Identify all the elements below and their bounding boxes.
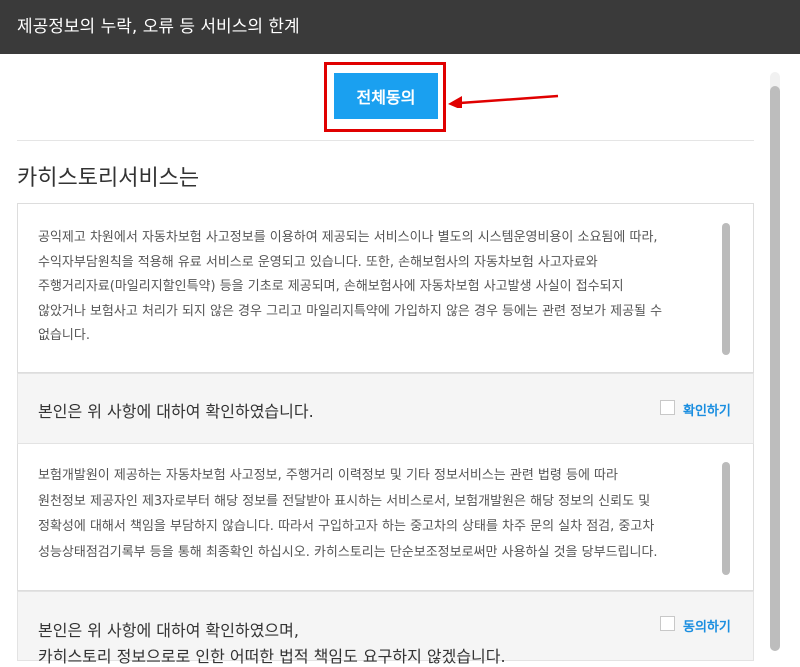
notice-box-1: 공익제고 차원에서 자동차보험 사고정보를 이용하여 제공되는 서비스이나 별도…: [17, 203, 754, 373]
agree-all-button[interactable]: 전체동의: [334, 73, 438, 119]
divider: [17, 140, 754, 141]
confirm-row-1: 본인은 위 사항에 대하여 확인하였습니다. 확인하기: [17, 373, 754, 444]
page-scrollbar-thumb[interactable]: [770, 86, 780, 651]
page-title: 제공정보의 누락, 오류 등 서비스의 한계: [0, 0, 800, 54]
notice-text-1: 공익제고 차원에서 자동차보험 사고정보를 이용하여 제공되는 서비스이나 별도…: [38, 230, 663, 343]
confirm-label-1: 본인은 위 사항에 대하여 확인하였습니다.: [38, 402, 314, 421]
notice-text-2: 보험개발원이 제공하는 자동차보험 사고정보, 주행거리 이력정보 및 기타 정…: [38, 468, 658, 560]
agree-checkbox-label[interactable]: 동의하기: [683, 616, 731, 635]
notice-box-2: 보험개발원이 제공하는 자동차보험 사고정보, 주행거리 이력정보 및 기타 정…: [17, 444, 754, 591]
confirm-checkbox-1[interactable]: [660, 400, 675, 415]
confirm-label-2-line1: 본인은 위 사항에 대하여 확인하였으며,: [38, 621, 299, 640]
notice-2-scrollbar[interactable]: [722, 462, 730, 575]
section-title: 카히스토리서비스는: [17, 166, 200, 191]
confirm-checkbox-label-1[interactable]: 확인하기: [683, 400, 731, 419]
arrow-annotation: [448, 94, 559, 108]
notice-1-scrollbar[interactable]: [722, 223, 730, 355]
agree-checkbox[interactable]: [660, 616, 675, 631]
confirm-label-2-line2: 카히스토리 정보으로로 인한 어떠한 법적 책임도 요구하지 않겠습니다.: [38, 647, 506, 666]
